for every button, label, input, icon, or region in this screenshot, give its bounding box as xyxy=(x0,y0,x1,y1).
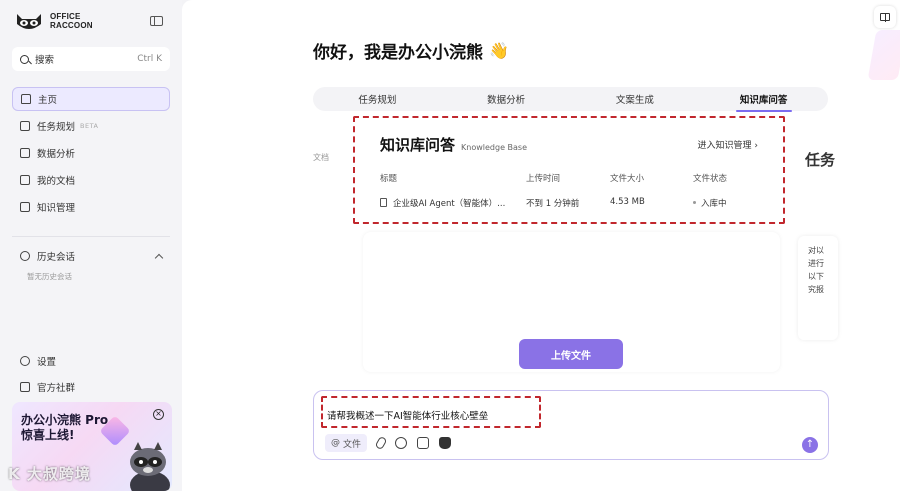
sidebar-item-label: 设置 xyxy=(37,357,57,368)
community-icon xyxy=(20,382,30,392)
sidebar-item-community[interactable]: 官方社群 xyxy=(12,375,170,399)
search-button[interactable]: 搜索 Ctrl K xyxy=(12,47,170,71)
sidebar-item-label: 官方社群 xyxy=(37,383,76,394)
tab-task-planning[interactable]: 任务规划 xyxy=(313,92,442,106)
close-icon[interactable]: × xyxy=(153,409,164,420)
history-title: 历史会话 xyxy=(37,252,76,263)
history-toggle[interactable]: 历史会话 xyxy=(12,247,170,265)
home-icon xyxy=(21,94,31,104)
promo-line-2: 惊喜上线! xyxy=(21,428,75,442)
guide-button[interactable] xyxy=(874,6,896,28)
right-card-title: 任务 xyxy=(805,151,836,169)
chart-icon xyxy=(20,148,30,158)
wave-emoji-icon: 👋 xyxy=(489,41,509,60)
sidebar-item-my-documents[interactable]: 我的文档 xyxy=(12,168,170,192)
attachment-icon[interactable] xyxy=(374,435,388,451)
right-card-line: 究报 xyxy=(808,285,824,294)
sidebar-item-label: 知识管理 xyxy=(37,203,76,214)
file-chip-label: 文件 xyxy=(343,439,362,450)
raccoon-icon[interactable] xyxy=(439,437,452,449)
book-icon xyxy=(880,13,890,22)
sidebar-item-settings[interactable]: 设置 xyxy=(12,349,170,373)
knowledge-icon xyxy=(20,202,30,212)
promo-line-1: 办公小浣熊 Pro xyxy=(21,413,109,427)
at-icon: @ xyxy=(331,438,340,448)
logo[interactable]: OFFICE RACCOON xyxy=(14,10,93,32)
history-empty-text: 暂无历史会话 xyxy=(27,272,72,281)
sidebar-bottom-nav: 设置 官方社群 xyxy=(12,349,170,401)
sidebar-nav: 主页 任务规划 BETA 数据分析 我的文档 知识管理 xyxy=(12,87,170,222)
watermark: K 大叔跨境 xyxy=(8,465,91,483)
input-toolbar: @ 文件 xyxy=(325,434,452,452)
file-mention-button[interactable]: @ 文件 xyxy=(325,434,368,452)
page-title: 你好，我是办公小浣熊 👋 xyxy=(313,38,509,63)
history-section: 历史会话 暂无历史会话 xyxy=(12,247,170,282)
highlight-frame xyxy=(321,396,541,428)
feature-tabs: 任务规划 数据分析 文案生成 知识库问答 xyxy=(313,87,828,111)
right-preview-card[interactable]: 对以 进行 以下 究报 xyxy=(798,236,838,340)
task-icon xyxy=(20,121,30,131)
sidebar-item-knowledge[interactable]: 知识管理 xyxy=(12,195,170,219)
search-icon xyxy=(20,54,29,64)
search-shortcut: Ctrl K xyxy=(137,54,162,64)
tab-knowledge-qa[interactable]: 知识库问答 xyxy=(699,92,828,106)
sidebar-divider xyxy=(12,236,170,237)
sidebar-item-data-analysis[interactable]: 数据分析 xyxy=(12,141,170,165)
raccoon-mascot-icon xyxy=(130,442,170,491)
brand-line-1: OFFICE xyxy=(50,12,81,21)
side-label: 文档 xyxy=(313,153,329,162)
sidebar-item-label: 数据分析 xyxy=(37,149,76,160)
decoration-shape xyxy=(867,30,900,80)
sidebar-item-home[interactable]: 主页 xyxy=(12,87,170,111)
upload-file-button[interactable]: 上传文件 xyxy=(519,339,623,369)
sidebar-item-label: 主页 xyxy=(38,95,58,106)
main-panel: 你好，我是办公小浣熊 👋 任务规划 数据分析 文案生成 知识库问答 文档 知识库… xyxy=(182,0,900,491)
gear-icon xyxy=(20,356,30,366)
globe-icon[interactable] xyxy=(395,437,408,449)
brand-line-2: RACCOON xyxy=(50,21,93,30)
sidebar-item-task-planning[interactable]: 任务规划 BETA xyxy=(12,114,170,138)
send-button[interactable]: ↑ xyxy=(802,437,818,453)
sidebar-item-label: 任务规划 xyxy=(37,122,76,133)
raccoon-logo-icon xyxy=(17,14,41,29)
document-icon xyxy=(20,175,30,185)
chat-input-box[interactable]: 请帮我概述一下AI智能体行业核心壁垒 @ 文件 ↑ xyxy=(313,390,829,460)
tab-copywriting[interactable]: 文案生成 xyxy=(571,92,700,106)
right-card-line: 进行 xyxy=(808,259,824,268)
plugin-icon[interactable] xyxy=(417,437,430,449)
sidebar-collapse-icon[interactable] xyxy=(150,16,163,26)
beta-badge: BETA xyxy=(80,122,99,130)
search-label: 搜索 xyxy=(35,55,55,66)
tab-data-analysis[interactable]: 数据分析 xyxy=(442,92,571,106)
chevron-up-icon xyxy=(154,253,164,262)
promo-title: 办公小浣熊 Pro 惊喜上线! xyxy=(21,413,108,443)
greeting-text: 你好，我是办公小浣熊 xyxy=(313,43,483,63)
right-card-line: 以下 xyxy=(808,272,824,281)
right-card-line: 对以 xyxy=(808,246,824,255)
sidebar: OFFICE RACCOON 搜索 Ctrl K 主页 任务规划 BETA 数据… xyxy=(0,0,182,491)
history-icon xyxy=(20,251,30,261)
sidebar-item-label: 我的文档 xyxy=(37,176,76,187)
highlight-frame xyxy=(353,116,785,224)
